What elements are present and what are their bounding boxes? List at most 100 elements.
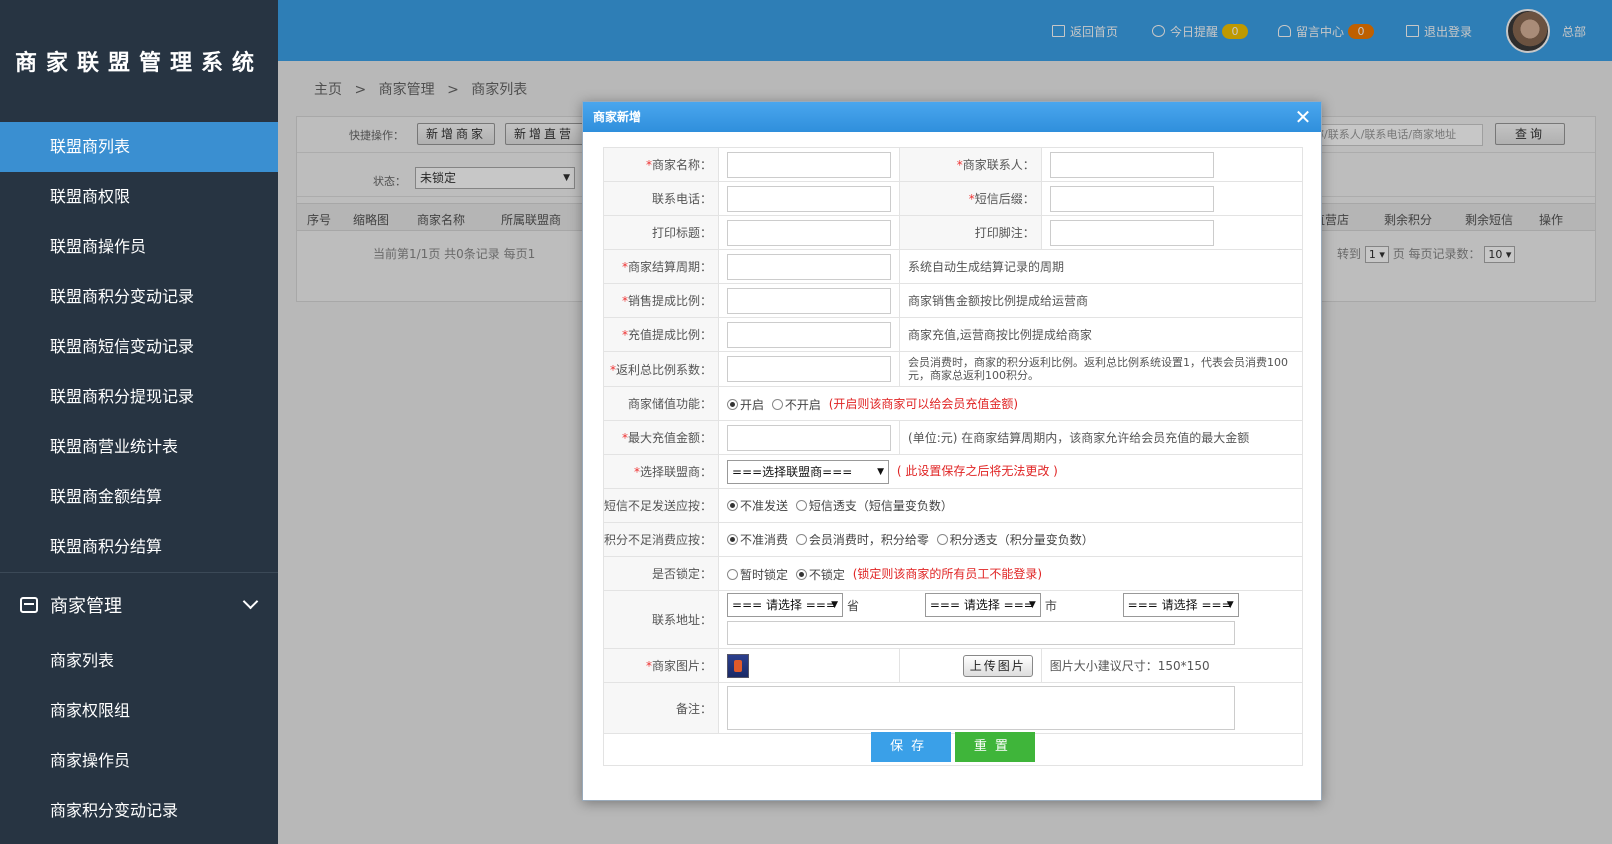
alliance-select-value: ===选择联盟商=== bbox=[732, 464, 853, 479]
sidebar-item-alliance-points-settle[interactable]: 联盟商积分结算 bbox=[0, 522, 278, 572]
recharge-ratio-input[interactable] bbox=[727, 321, 892, 348]
city-select[interactable]: === 请选择 === ▼ bbox=[924, 593, 1041, 617]
sidebar-item-alliance-amount-settle[interactable]: 联盟商金额结算 bbox=[0, 472, 278, 522]
points-short-deny-radio[interactable] bbox=[727, 534, 739, 545]
rebate-ratio-input[interactable] bbox=[727, 356, 892, 382]
sms-suffix-input[interactable] bbox=[1049, 185, 1214, 212]
label-text: 商家图片： bbox=[652, 659, 713, 673]
stored-value-on-radio[interactable] bbox=[727, 398, 739, 410]
settle-cycle-label: *商家结算周期： bbox=[602, 249, 720, 284]
max-recharge-input[interactable] bbox=[727, 424, 892, 451]
label-text: 商家名称： bbox=[652, 158, 713, 172]
stored-value-warning: (开启则该商家可以给会员充值金额) bbox=[828, 396, 1019, 411]
settle-cycle-input[interactable] bbox=[727, 253, 892, 280]
label-text: 商家结算周期： bbox=[628, 260, 713, 274]
sidebar-section-merchant-management[interactable]: 商家管理 bbox=[0, 572, 278, 636]
merchant-contact-label: *商家联系人： bbox=[899, 147, 1042, 182]
alliance-label: *选择联盟商： bbox=[602, 454, 720, 489]
label-text: 积分不足消费应按： bbox=[604, 533, 713, 547]
label-text: 是否锁定： bbox=[652, 567, 713, 581]
label-text: 最大充值金额： bbox=[628, 431, 713, 445]
store-icon bbox=[20, 596, 38, 613]
sidebar-item-alliance-permissions[interactable]: 联盟商权限 bbox=[0, 172, 278, 222]
province-select-value: === 请选择 === bbox=[732, 598, 836, 612]
app-logo: 商家联盟管理系统 bbox=[14, 50, 263, 76]
merchant-form: *商家名称： *商家联系人： 联系电话： *短信后缀： 打印标题： 打印脚注： … bbox=[602, 147, 1304, 734]
label-text: 充值提成比例： bbox=[628, 328, 713, 342]
chevron-down-icon bbox=[242, 593, 259, 610]
sidebar-item-merchant-list[interactable]: 商家列表 bbox=[0, 636, 278, 686]
phone-input[interactable] bbox=[727, 185, 892, 212]
save-button[interactable]: 保存 bbox=[871, 732, 952, 762]
sidebar-item-merchant-points-log[interactable]: 商家积分变动记录 bbox=[0, 786, 278, 836]
label-text: 选择联盟商： bbox=[640, 465, 713, 479]
radio-label: 开启 bbox=[740, 397, 765, 412]
merchant-name-input[interactable] bbox=[727, 151, 892, 178]
label-text: 打印脚注： bbox=[974, 226, 1035, 240]
sms-short-overdraft-radio[interactable] bbox=[795, 500, 807, 511]
select-arrow-icon: ▼ bbox=[877, 466, 885, 477]
print-title-input[interactable] bbox=[727, 219, 892, 246]
label-text: 打印标题： bbox=[652, 226, 713, 240]
add-merchant-dialog: 商家新增 ✕ *商家名称： *商家联系人： 联系电话： *短信后缀： 打印标题：… bbox=[582, 101, 1322, 801]
sms-suffix-label: *短信后缀： bbox=[899, 181, 1042, 216]
recharge-ratio-label: *充值提成比例： bbox=[602, 317, 720, 352]
sidebar-section-label: 商家管理 bbox=[50, 595, 122, 617]
sidebar-item-merchant-permission-groups[interactable]: 商家权限组 bbox=[0, 686, 278, 736]
label-text: 商家联系人： bbox=[962, 158, 1035, 172]
radio-label: 会员消费时，积分给零 bbox=[808, 533, 929, 547]
select-arrow-icon: ▼ bbox=[1226, 600, 1234, 610]
province-select[interactable]: === 请选择 === ▼ bbox=[727, 593, 844, 617]
radio-label: 不开启 bbox=[784, 397, 821, 412]
points-short-label: 积分不足消费应按： bbox=[602, 522, 720, 557]
locked-temporary-radio[interactable] bbox=[727, 568, 739, 580]
sidebar-item-alliance-operators[interactable]: 联盟商操作员 bbox=[0, 222, 278, 272]
district-select[interactable]: === 请选择 === ▼ bbox=[1122, 593, 1239, 617]
sidebar: 商家联盟管理系统 联盟商列表 联盟商权限 联盟商操作员 联盟商积分变动记录 联盟… bbox=[0, 0, 278, 844]
alliance-select[interactable]: ===选择联盟商=== ▼ bbox=[727, 459, 890, 484]
city-unit: 市 bbox=[1044, 598, 1057, 613]
label-text: 备注： bbox=[676, 701, 713, 716]
radio-label: 不准发送 bbox=[740, 499, 789, 513]
label-text: 销售提成比例： bbox=[628, 294, 713, 308]
upload-picture-button[interactable]: 上传图片 bbox=[962, 654, 1033, 677]
locked-no-radio[interactable] bbox=[795, 568, 807, 580]
select-arrow-icon: ▼ bbox=[831, 600, 839, 610]
province-unit: 省 bbox=[847, 598, 860, 613]
reset-button[interactable]: 重置 bbox=[954, 732, 1035, 762]
remark-label: 备注： bbox=[602, 682, 720, 734]
sidebar-item-alliance-points-log[interactable]: 联盟商积分变动记录 bbox=[0, 272, 278, 322]
dialog-header: 商家新增 ✕ bbox=[583, 102, 1321, 132]
sales-ratio-input[interactable] bbox=[727, 287, 892, 314]
points-short-overdraft-radio[interactable] bbox=[936, 534, 948, 545]
sms-short-deny-radio[interactable] bbox=[727, 500, 739, 511]
locked-warning: (锁定则该商家的所有员工不能登录) bbox=[852, 566, 1043, 581]
address-detail-input[interactable] bbox=[727, 621, 1236, 645]
max-recharge-hint: (单位:元) 在商家结算周期内，该商家允许给会员充值的最大金额 bbox=[908, 431, 1250, 445]
merchant-picture-thumbnail bbox=[727, 653, 750, 678]
radio-label: 暂时锁定 bbox=[740, 567, 789, 582]
label-text: 联系电话： bbox=[652, 192, 713, 206]
settle-cycle-hint: 系统自动生成结算记录的周期 bbox=[908, 260, 1065, 274]
label-text: 短信不足发送应按： bbox=[604, 499, 713, 513]
alliance-warning: ( 此设置保存之后将无法更改 ) bbox=[896, 464, 1058, 478]
label-text: 返利总比例系数： bbox=[616, 362, 713, 377]
print-footer-input[interactable] bbox=[1049, 219, 1214, 246]
picture-size-hint: 图片大小建议尺寸：150*150 bbox=[1049, 659, 1210, 673]
sidebar-item-alliance-withdraw-log[interactable]: 联盟商积分提现记录 bbox=[0, 372, 278, 422]
sidebar-item-alliance-list[interactable]: 联盟商列表 bbox=[0, 122, 278, 172]
label-text: 联系地址： bbox=[652, 613, 713, 627]
print-footer-label: 打印脚注： bbox=[899, 215, 1042, 250]
label-text: 短信后缀： bbox=[974, 192, 1035, 206]
close-icon[interactable]: ✕ bbox=[1293, 107, 1313, 127]
dialog-title: 商家新增 bbox=[593, 110, 642, 124]
merchant-contact-input[interactable] bbox=[1049, 151, 1214, 178]
remark-textarea[interactable] bbox=[727, 686, 1236, 730]
points-short-zero-radio[interactable] bbox=[795, 534, 807, 545]
sidebar-item-alliance-sms-log[interactable]: 联盟商短信变动记录 bbox=[0, 322, 278, 372]
sidebar-item-alliance-business-stats[interactable]: 联盟商营业统计表 bbox=[0, 422, 278, 472]
phone-label: 联系电话： bbox=[602, 181, 720, 216]
stored-value-off-radio[interactable] bbox=[771, 398, 783, 410]
sidebar-item-merchant-operators[interactable]: 商家操作员 bbox=[0, 736, 278, 786]
district-select-value: === 请选择 === bbox=[1127, 598, 1232, 612]
